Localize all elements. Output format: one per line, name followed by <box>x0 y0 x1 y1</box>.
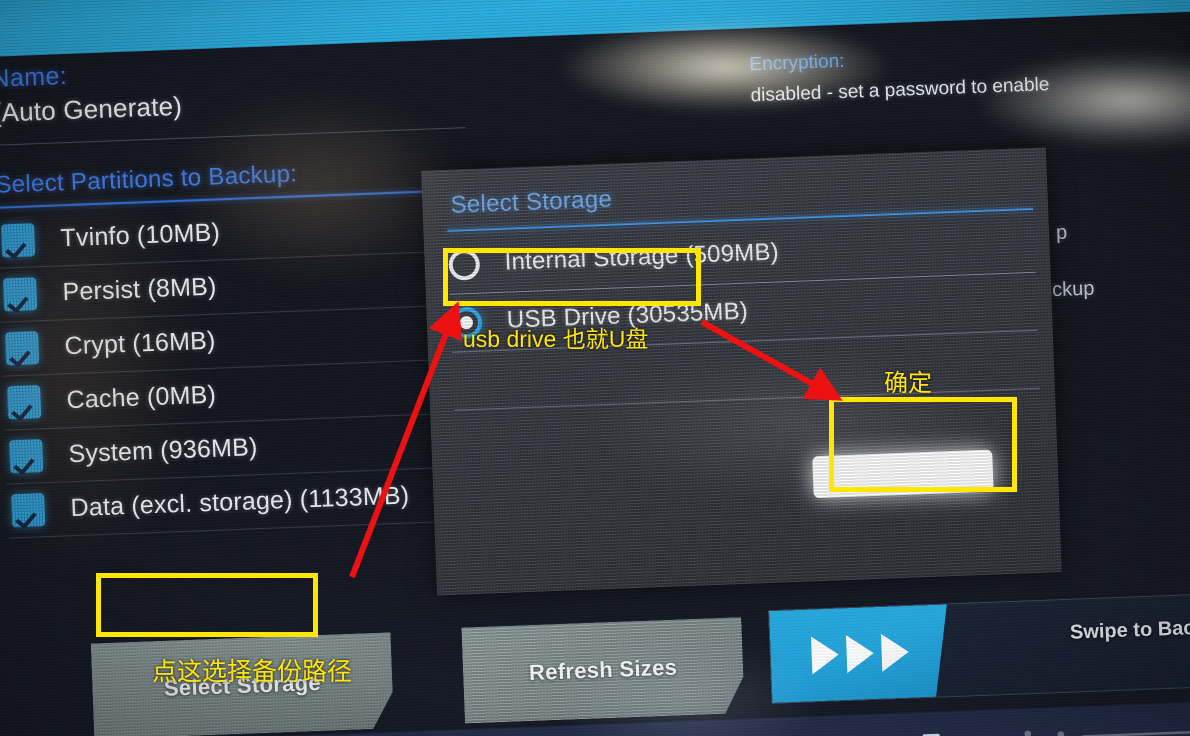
encryption-value: disabled - set a password to enable <box>750 74 1050 107</box>
checkbox-icon[interactable] <box>9 439 44 474</box>
photo-of-tv-screen: Name: (Auto Generate) Select Partitions … <box>0 0 1190 736</box>
select-storage-dialog: Select Storage Internal Storage (509MB) … <box>421 147 1062 596</box>
list-item-label: Tvinfo (10MB) <box>59 218 221 253</box>
highlight-box-select-storage <box>96 573 318 637</box>
checkbox-icon[interactable] <box>11 493 46 528</box>
refresh-sizes-button-label: Refresh Sizes <box>528 654 678 686</box>
list-item-label: Persist (8MB) <box>62 272 217 307</box>
list-item-label: Cache (0MB) <box>66 380 217 415</box>
list-item-label: System (936MB) <box>68 433 258 469</box>
swipe-handle[interactable] <box>769 604 950 703</box>
refresh-sizes-button[interactable]: Refresh Sizes <box>461 617 744 723</box>
occluded-option-text: ckup <box>1051 277 1095 302</box>
checkbox-icon[interactable] <box>4 331 40 366</box>
occluded-option-text: p <box>1055 221 1068 244</box>
backup-left-column: Name: (Auto Generate) Select Partitions … <box>0 47 479 539</box>
checkbox-icon[interactable] <box>0 223 36 258</box>
swipe-to-backup-label: Swipe to Backup <box>1069 615 1190 644</box>
arrow-right-icon <box>880 633 908 672</box>
annotation-select-storage: 点这选择备份路径 <box>152 658 353 686</box>
encryption-block: Encryption: disabled - set a password to… <box>749 42 1081 107</box>
encryption-label: Encryption: <box>749 50 845 76</box>
swipe-to-backup-slider[interactable]: Swipe to Backup <box>768 591 1190 704</box>
checkbox-icon[interactable] <box>7 385 42 420</box>
znds-watermark: 智能电视网 ZNDS .com <box>1016 723 1190 736</box>
dialog-title: Select Storage <box>450 185 613 219</box>
annotation-usb-drive: usb drive 也就U盘 <box>463 326 649 352</box>
checkbox-icon[interactable] <box>2 277 38 312</box>
list-item-label: Crypt (16MB) <box>64 326 217 361</box>
divider <box>0 127 466 146</box>
arrow-right-icon <box>845 634 873 673</box>
annotation-confirm: 确定 <box>884 370 932 397</box>
recents-icon[interactable] <box>917 729 948 736</box>
highlight-box-usb-drive <box>443 248 701 306</box>
highlight-box-confirm <box>829 397 1017 492</box>
partition-list: Tvinfo (10MB) Persist (8MB) Crypt (16MB)… <box>0 197 479 539</box>
list-item-label: Data (excl. storage) (1133MB) <box>70 481 410 523</box>
arrow-right-icon <box>810 635 838 674</box>
